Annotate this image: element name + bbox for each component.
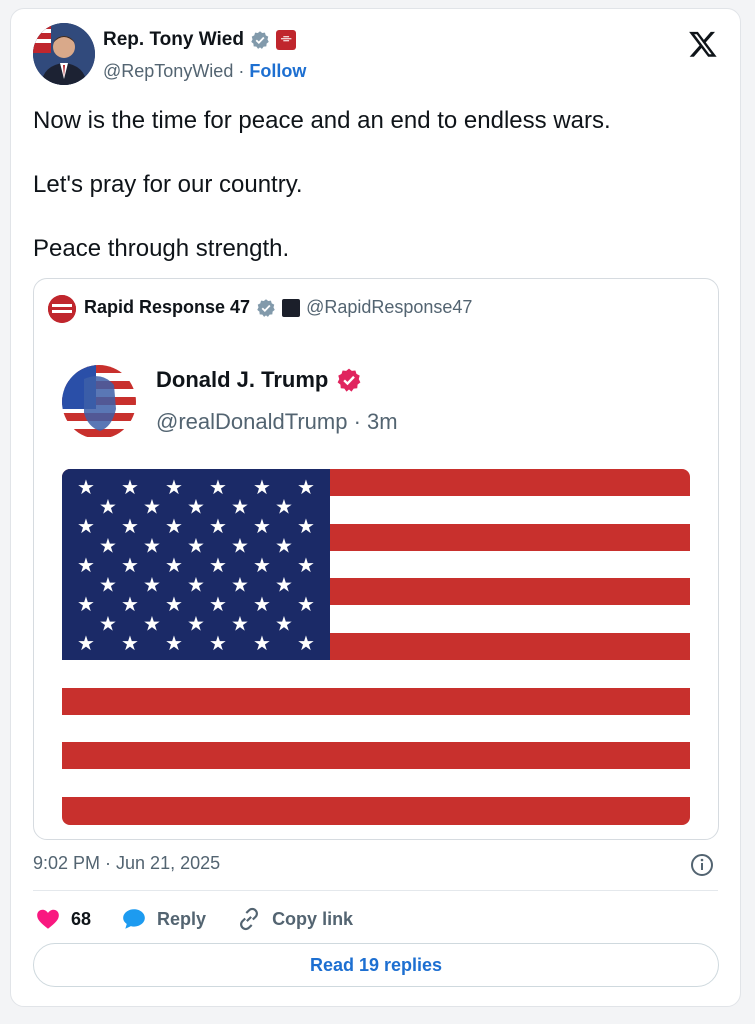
flag-star: ★ <box>187 495 205 519</box>
like-count: 68 <box>71 908 92 929</box>
author-name[interactable]: Rep. Tony Wied <box>103 29 244 51</box>
flag-star: ★ <box>297 475 315 499</box>
tweet-timestamp[interactable]: 9:02 PM · Jun 21, 2025 <box>33 853 220 874</box>
separator-dot: · <box>238 61 245 81</box>
flag-star: ★ <box>209 553 227 577</box>
flag-star: ★ <box>231 612 249 636</box>
flag-star: ★ <box>275 573 293 597</box>
flag-star: ★ <box>209 631 227 655</box>
inner-post-name-row: Donald J. Trump <box>156 367 362 393</box>
flag-star: ★ <box>275 534 293 558</box>
flag-star: ★ <box>165 553 183 577</box>
quoted-author-name[interactable]: Rapid Response 47 <box>84 297 250 318</box>
quoted-tweet[interactable]: Rapid Response 47 @RapidResponse47 Donal… <box>33 278 719 840</box>
flag-star: ★ <box>297 514 315 538</box>
flag-star: ★ <box>77 631 95 655</box>
verified-icon <box>337 368 361 392</box>
flag-star: ★ <box>165 475 183 499</box>
flag-star: ★ <box>143 495 161 519</box>
flag-star: ★ <box>99 534 117 558</box>
divider <box>33 890 718 891</box>
flag-star: ★ <box>253 592 271 616</box>
flag-star: ★ <box>275 612 293 636</box>
like-button[interactable]: 68 <box>35 906 91 932</box>
flag-star: ★ <box>99 573 117 597</box>
author-handle-line: @RepTonyWied · Follow <box>103 61 306 82</box>
flag-star: ★ <box>143 534 161 558</box>
link-icon <box>240 907 259 931</box>
x-logo-icon[interactable] <box>688 29 718 59</box>
heart-icon <box>37 909 59 929</box>
reply-bubble-icon <box>123 909 145 929</box>
quoted-avatar[interactable] <box>48 295 76 323</box>
flag-star: ★ <box>121 553 139 577</box>
info-icon[interactable] <box>690 853 714 877</box>
tweet-embed-card: Rep. Tony Wied @RepTonyWied · Follow Now… <box>10 8 741 1007</box>
flag-star: ★ <box>209 475 227 499</box>
flag-star: ★ <box>121 592 139 616</box>
flag-star: ★ <box>165 514 183 538</box>
reply-button[interactable]: Reply <box>121 906 206 932</box>
flag-star: ★ <box>253 514 271 538</box>
flag-star: ★ <box>77 553 95 577</box>
flag-star: ★ <box>143 612 161 636</box>
follow-button[interactable]: Follow <box>249 61 306 81</box>
flag-star: ★ <box>209 514 227 538</box>
flag-star: ★ <box>77 592 95 616</box>
quoted-header: Rapid Response 47 @RapidResponse47 <box>84 297 472 318</box>
flag-star: ★ <box>99 612 117 636</box>
flag-star: ★ <box>165 631 183 655</box>
copy-link-label: Copy link <box>272 908 354 929</box>
author-avatar[interactable] <box>33 23 95 85</box>
tweet-text: Now is the time for peace and an end to … <box>33 107 611 262</box>
flag-star: ★ <box>209 592 227 616</box>
author-handle[interactable]: @RepTonyWied <box>103 61 233 81</box>
flag-star: ★ <box>231 573 249 597</box>
affiliation-badge-icon[interactable] <box>282 298 301 317</box>
affiliation-badge-icon[interactable] <box>275 30 296 50</box>
flag-star: ★ <box>253 553 271 577</box>
flag-star: ★ <box>297 553 315 577</box>
flag-star: ★ <box>121 475 139 499</box>
flag-star: ★ <box>297 592 315 616</box>
action-bar: 68 Reply Copy link <box>35 905 383 933</box>
flag-star: ★ <box>121 514 139 538</box>
flag-star: ★ <box>165 592 183 616</box>
flag-star: ★ <box>187 573 205 597</box>
inner-post-author-name: Donald J. Trump <box>156 367 329 392</box>
verified-icon <box>257 298 275 317</box>
flag-star: ★ <box>297 631 315 655</box>
flag-star: ★ <box>231 495 249 519</box>
flag-star: ★ <box>99 495 117 519</box>
flag-star: ★ <box>77 475 95 499</box>
flag-star: ★ <box>231 534 249 558</box>
read-replies-button[interactable]: Read 19 replies <box>33 943 719 987</box>
flag-star: ★ <box>253 475 271 499</box>
copy-link-button[interactable]: Copy link <box>236 906 353 932</box>
flag-star: ★ <box>253 631 271 655</box>
quoted-author-handle[interactable]: @RapidResponse47 <box>306 297 472 318</box>
inner-post-avatar <box>62 365 136 439</box>
author-name-row[interactable]: Rep. Tony Wied <box>103 29 296 51</box>
flag-star: ★ <box>187 534 205 558</box>
flag-star: ★ <box>77 514 95 538</box>
reply-label: Reply <box>157 908 207 929</box>
flag-star: ★ <box>121 631 139 655</box>
flag-star: ★ <box>143 573 161 597</box>
verified-icon <box>251 31 269 49</box>
american-flag-image: ★ ★ ★ ★ ★ ★★ ★ ★ ★ ★★ ★ ★ ★ ★ ★★ ★ ★ ★ ★★ ★ ★ ★ ★ ★★ ★ ★ ★ ★★ ★ ★ ★ ★ ★★… <box>62 469 690 825</box>
flag-star: ★ <box>275 495 293 519</box>
flag-star: ★ <box>187 612 205 636</box>
inner-post-handle-time: @realDonaldTrump · 3m <box>156 409 398 434</box>
